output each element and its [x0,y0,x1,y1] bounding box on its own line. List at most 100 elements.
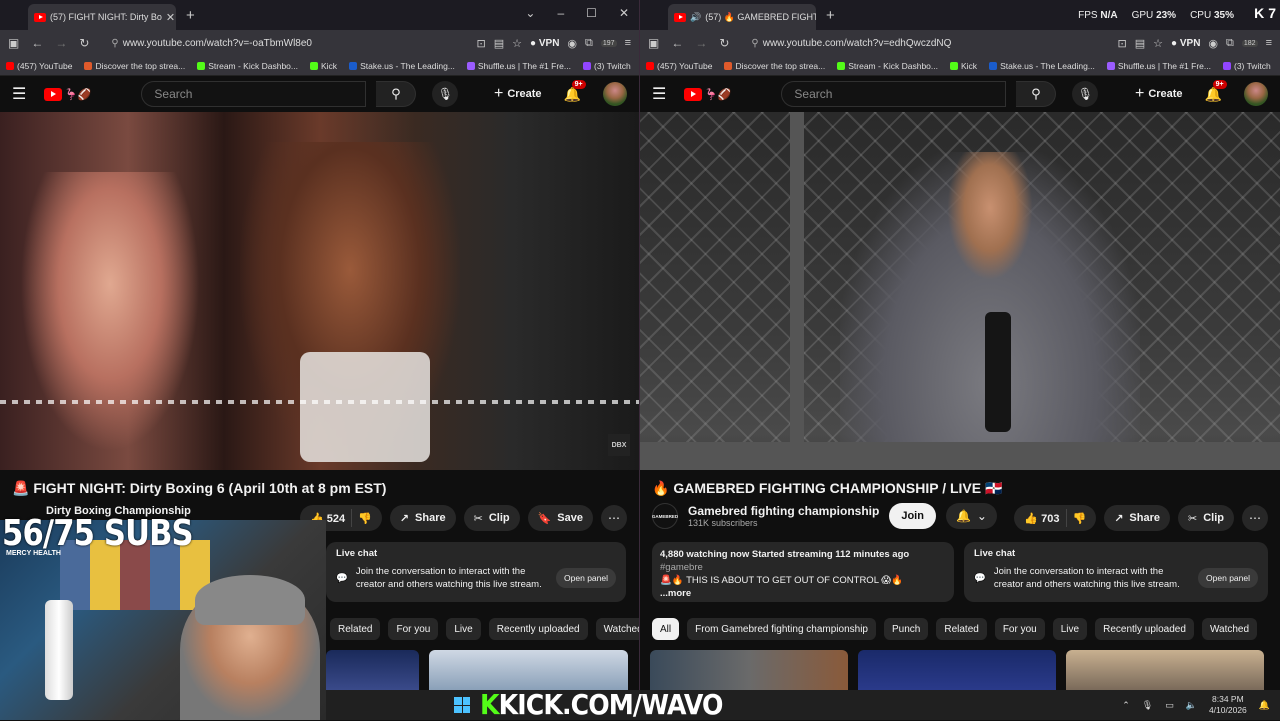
search-input[interactable]: Search [141,81,367,107]
clock[interactable]: 8:34 PM 4/10/2026 [1209,694,1247,716]
notifications-icon[interactable]: 🔔 9+ [564,79,586,103]
clip-button[interactable]: ✂ Clip [463,505,520,531]
bookmark-kick[interactable]: Kick [950,61,977,71]
voice-search-icon[interactable]: 🎙 [432,81,459,107]
network-icon[interactable]: ▭ [1165,700,1174,711]
minimize-button[interactable]: – [557,6,564,20]
volume-icon[interactable]: 🔈 [1186,700,1197,711]
url-field[interactable]: ⚲ www.youtube.com/watch?v=edhQwczdNQ [741,33,1105,53]
bookmark-youtube[interactable]: (457) YouTube [646,61,712,71]
chip-all[interactable]: All [652,618,680,640]
create-button[interactable]: + Create [1135,85,1183,103]
chip-for-you[interactable]: For you [994,618,1045,640]
new-tab-button[interactable]: + [826,7,835,24]
ext-badge[interactable]: 182 [1241,39,1258,47]
vpn-button[interactable]: ● VPN [1171,38,1200,49]
bookmark-kick-dashboard[interactable]: Stream - Kick Dashbo... [837,61,938,71]
share-button[interactable]: ↗ Share [389,505,456,531]
chip-recently-uploaded[interactable]: Recently uploaded [1095,618,1194,640]
bookmark-stake[interactable]: Stake.us - The Leading... [349,61,455,71]
avatar[interactable] [1244,82,1268,106]
browser-tab[interactable]: 🔊 (57) 🔥 GAMEBRED FIGHTIN ✕ [668,4,816,30]
share-button[interactable]: ↗ Share [1104,505,1170,531]
bookmark-kick[interactable]: Kick [310,61,337,71]
bookmark-twitch[interactable]: (3) Twitch [582,61,631,71]
more-actions-icon[interactable]: ⋯ [1242,505,1268,531]
reader-icon[interactable]: ▤ [494,37,504,50]
video-thumbnail[interactable] [429,650,628,690]
chip-recently-uploaded[interactable]: Recently uploaded [488,618,588,640]
extensions-icon[interactable]: ⧉ [1226,37,1234,50]
search-button[interactable]: ⚲ [376,81,417,107]
chip-live[interactable]: Live [1052,618,1088,640]
dislike-button[interactable]: 👎 [358,512,372,525]
tab-list-icon[interactable]: ⌄ [525,6,535,20]
chip-from-channel[interactable]: From Gamebred fighting championship [687,618,876,640]
reload-icon[interactable]: ↻ [79,36,89,50]
chip-punch[interactable]: Punch [884,618,929,640]
screenshot-icon[interactable]: ⊡ [1118,37,1127,50]
reader-icon[interactable]: ▤ [1135,37,1145,50]
close-tab-icon[interactable]: ✕ [166,11,175,24]
bookmark-discover[interactable]: Discover the top strea... [724,61,825,71]
bookmark-twitch[interactable]: (3) Twitch [1222,61,1271,71]
bookmark-kick-dashboard[interactable]: Stream - Kick Dashbo... [197,61,298,71]
open-panel-button[interactable]: Open panel [1198,568,1258,588]
bookmark-star-icon[interactable]: ☆ [1153,37,1163,50]
wallet-icon[interactable]: ◉ [1208,37,1218,50]
video-thumbnail[interactable] [1066,650,1264,690]
menu-burger-icon[interactable]: ☰ [12,84,34,104]
sidebar-icon[interactable]: ▣ [8,36,19,50]
bookmark-star-icon[interactable]: ☆ [512,37,522,50]
site-info-icon[interactable]: ⚲ [111,38,118,49]
video-thumbnail[interactable] [858,650,1056,690]
notification-bell-icon[interactable]: 🔔 [1259,700,1270,711]
reload-icon[interactable]: ↻ [719,36,729,50]
wallet-icon[interactable]: ◉ [567,37,577,50]
forward-icon[interactable]: → [695,36,707,50]
chip-watched[interactable]: Watched [1201,618,1258,640]
back-icon[interactable]: ← [31,36,43,50]
search-input[interactable]: Search [781,81,1007,107]
create-button[interactable]: + Create [494,85,542,103]
voice-search-icon[interactable]: 🎙 [1072,81,1099,107]
dislike-button[interactable]: 👎 [1073,512,1087,525]
browser-tab[interactable]: (57) FIGHT NIGHT: Dirty Bo ✕ [28,4,176,30]
chip-for-you[interactable]: For you [388,618,439,640]
chip-live[interactable]: Live [446,618,481,640]
video-thumbnail[interactable] [326,650,419,690]
subscribe-notifications-button[interactable]: 🔔 ⌄ [945,503,997,529]
clip-button[interactable]: ✂ Clip [1178,505,1234,531]
video-player[interactable]: DBX [0,112,639,470]
youtube-logo[interactable]: 🦩🏈 [44,87,91,101]
save-button[interactable]: 🔖 Save [527,505,593,531]
menu-icon[interactable]: ≡ [625,37,631,49]
back-icon[interactable]: ← [671,36,683,50]
url-field[interactable]: ⚲ www.youtube.com/watch?v=-oaTbmWl8e0 [101,33,464,53]
sidebar-icon[interactable]: ▣ [648,36,659,50]
avatar[interactable] [603,82,627,106]
forward-icon[interactable]: → [55,36,67,50]
screenshot-icon[interactable]: ⊡ [477,37,486,50]
chip-watched[interactable]: Watched [595,618,639,640]
bookmark-stake[interactable]: Stake.us - The Leading... [989,61,1095,71]
search-button[interactable]: ⚲ [1016,81,1057,107]
channel-name[interactable]: Gamebred fighting championship [688,504,879,518]
maximize-button[interactable]: ☐ [586,6,597,20]
like-button[interactable]: 👍 703 [1024,512,1059,525]
audio-playing-icon[interactable]: 🔊 [690,12,701,23]
windows-start-icon[interactable] [454,697,470,713]
video-description[interactable]: 4,880 watching now Started streaming 112… [652,542,954,602]
menu-icon[interactable]: ≡ [1266,37,1272,49]
bookmark-discover[interactable]: Discover the top strea... [84,61,185,71]
description-more-link[interactable]: ...more [660,587,946,600]
chip-related[interactable]: Related [330,618,381,640]
mic-icon[interactable]: 🎙 [1142,700,1153,711]
more-actions-icon[interactable]: ⋯ [601,505,627,531]
chip-related[interactable]: Related [936,618,987,640]
video-thumbnail[interactable] [650,650,848,690]
bookmark-shuffle[interactable]: Shuffle.us | The #1 Fre... [1106,61,1211,71]
youtube-logo[interactable]: 🦩🏈 [684,87,731,101]
menu-burger-icon[interactable]: ☰ [652,84,674,104]
video-player[interactable] [640,112,1280,470]
